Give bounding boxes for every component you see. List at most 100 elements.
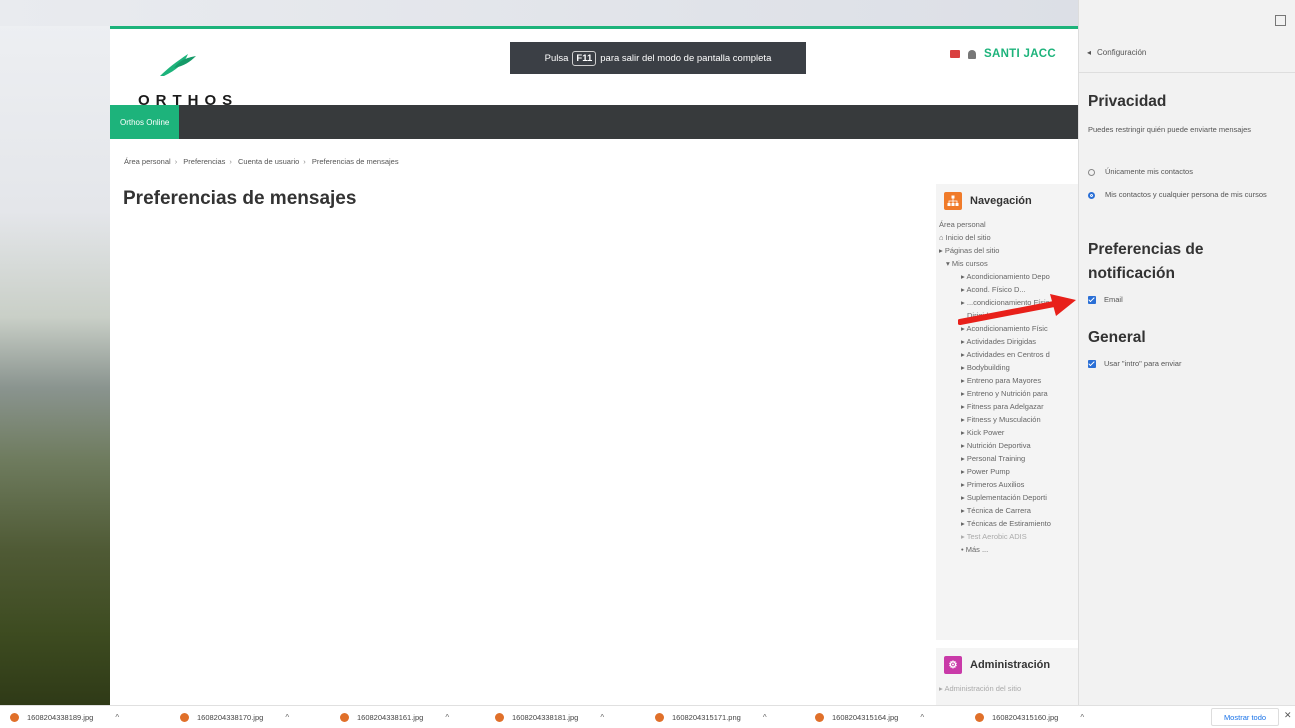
breadcrumb-item-current[interactable]: Preferencias de mensajes	[312, 157, 399, 166]
nav-tree-item[interactable]: ⌂ Inicio del sitio	[937, 231, 1078, 244]
nav-tree-item-label: Test Aerobic ADIS	[966, 532, 1027, 541]
radio-button-selected[interactable]	[1088, 191, 1095, 199]
breadcrumb: Área personal › Preferencias › Cuenta de u…	[124, 157, 399, 166]
nav-tree-item-label: Actividades en Centros d	[966, 350, 1050, 359]
chevron-up-icon[interactable]: ^	[763, 713, 767, 722]
radio-button-unselected[interactable]	[1088, 168, 1095, 176]
nav-tree-item[interactable]: ▸ Entreno y Nutrición para	[937, 387, 1078, 400]
file-image-icon	[10, 712, 19, 722]
file-image-icon	[975, 712, 984, 722]
nav-tree-item[interactable]: ▸ Acondicionamiento Depo	[937, 270, 1078, 283]
red-arrow-annotation-icon	[958, 294, 1076, 325]
nav-tree-item[interactable]: ▸ Primeros Auxilios	[937, 478, 1078, 491]
nav-tree-item-label: Nutrición Deportiva	[966, 441, 1031, 450]
nav-tree-item[interactable]: ▸ Técnica de Carrera	[937, 504, 1078, 517]
chevron-up-icon[interactable]: ^	[600, 713, 604, 722]
breadcrumb-item[interactable]: Cuenta de usuario	[238, 157, 299, 166]
notifications-bell-icon[interactable]	[968, 49, 976, 59]
chevron-up-icon[interactable]: ^	[920, 713, 924, 722]
nav-tree-item-label: Inicio del sitio	[945, 233, 991, 242]
download-item[interactable]: 1608204338181.jpg ^	[495, 710, 604, 724]
radio-contacts-and-courses[interactable]: Mis contactos y cualquier persona de mis…	[1088, 187, 1288, 202]
download-item[interactable]: 1608204315164.jpg ^	[815, 710, 924, 724]
nav-tree-item[interactable]: ▸ Kick Power	[937, 426, 1078, 439]
nav-tree-item-label: Entreno para Mayores	[966, 376, 1042, 385]
top-accent-line	[110, 26, 1078, 29]
breadcrumb-item[interactable]: Área personal	[124, 157, 171, 166]
download-filename: 1608204338189.jpg	[27, 712, 94, 722]
nav-tree-item[interactable]: ▾ Mis cursos	[937, 257, 1078, 270]
download-filename: 1608204315160.jpg	[992, 712, 1059, 722]
nav-tree-item-label: Personal Training	[966, 454, 1026, 463]
radio-only-contacts[interactable]: Únicamente mis contactos	[1088, 164, 1288, 179]
nav-tree-item[interactable]: • Más ...	[937, 543, 1078, 556]
drawer-close-icon[interactable]	[1275, 15, 1286, 26]
download-item[interactable]: 1608204338161.jpg ^	[340, 710, 449, 724]
privacy-heading: Privacidad	[1088, 93, 1167, 110]
email-checkbox[interactable]	[1088, 296, 1096, 305]
download-item[interactable]: 1608204315171.png ^	[655, 710, 767, 724]
page-title: Preferencias de mensajes	[123, 188, 357, 209]
main-navbar: Orthos Online	[110, 105, 1078, 139]
nav-tree-item[interactable]: ▸ Páginas del sitio	[937, 244, 1078, 257]
file-image-icon	[180, 712, 189, 722]
nav-tree-item[interactable]: ▸ Fitness para Adelgazar	[937, 400, 1078, 413]
nav-tree-item[interactable]: ▸ Técnicas de Estiramiento	[937, 517, 1078, 530]
navigation-block-title: Navegación	[970, 195, 1032, 207]
user-menu-area: SANTI JACC	[950, 48, 1056, 60]
nav-tree-item[interactable]: ▸ Nutrición Deportiva	[937, 439, 1078, 452]
nav-tree-item-label: Área personal	[939, 220, 986, 229]
chevron-up-icon[interactable]: ^	[115, 713, 119, 722]
download-item[interactable]: 1608204338189.jpg ^	[10, 710, 119, 724]
nav-tree-item[interactable]: ▸ Actividades Dirigidas	[937, 335, 1078, 348]
sitemap-icon	[944, 192, 962, 210]
enter-to-send-checkbox[interactable]	[1088, 360, 1096, 369]
messages-icon[interactable]	[950, 50, 960, 58]
nav-tree-item[interactable]: ▸ Actividades en Centros d	[937, 348, 1078, 361]
notification-preferences-heading: Preferencias de notificación	[1088, 241, 1204, 282]
drawer-back-label: Configuración	[1097, 48, 1147, 57]
download-filename: 1608204338181.jpg	[512, 712, 579, 722]
nav-tree-item[interactable]: ▸ Power Pump	[937, 465, 1078, 478]
toast-text-before: Pulsa	[544, 52, 569, 64]
chevron-up-icon[interactable]: ^	[285, 713, 289, 722]
user-name[interactable]: SANTI JACC	[984, 48, 1056, 60]
radio-label: Únicamente mis contactos	[1105, 167, 1193, 176]
nav-tree-item-label: Power Pump	[966, 467, 1010, 476]
nav-tree-item-label: Actividades Dirigidas	[966, 337, 1037, 346]
radio-label: Mis contactos y cualquier persona de mis…	[1105, 190, 1267, 199]
fullscreen-exit-toast: Pulsa F11 para salir del modo de pantall…	[510, 42, 806, 74]
download-filename: 1608204315171.png	[672, 712, 741, 722]
navigation-block-header: Navegación	[936, 184, 1078, 218]
cogs-icon: ⚙	[944, 656, 962, 674]
enter-to-send-checkbox-row[interactable]: Usar "intro" para enviar	[1088, 356, 1181, 371]
nav-tree-item[interactable]: Área personal	[937, 218, 1078, 231]
nav-tree-item-label: Más ...	[965, 545, 989, 554]
file-image-icon	[655, 712, 664, 722]
file-image-icon	[340, 712, 349, 722]
drawer-back-button[interactable]: ◂ Configuración	[1087, 48, 1146, 57]
download-filename: 1608204338161.jpg	[357, 712, 424, 722]
show-all-downloads-button[interactable]: Mostrar todo	[1211, 708, 1279, 726]
breadcrumb-item[interactable]: Preferencias	[183, 157, 225, 166]
email-checkbox-row[interactable]: Email	[1088, 292, 1123, 307]
nav-tree-item-label: Kick Power	[966, 428, 1005, 437]
nav-tree-item[interactable]: ▸ Entreno para Mayores	[937, 374, 1078, 387]
close-downloads-bar-icon[interactable]: ✕	[1284, 710, 1292, 721]
admin-tree-item[interactable]: ▸ Administración del sitio	[937, 682, 1078, 695]
drawer-divider	[1079, 72, 1295, 73]
navbar-tab-orthos-online[interactable]: Orthos Online	[110, 105, 180, 139]
nav-tree-item[interactable]: ▸ Fitness y Musculación	[937, 413, 1078, 426]
nav-tree-item[interactable]: ▸ Test Aerobic ADIS	[937, 530, 1078, 543]
administration-block: ⚙ Administración ▸ Administración del si…	[936, 648, 1078, 705]
nav-tree-item[interactable]: ▸ Bodybuilding	[937, 361, 1078, 374]
navigation-tree: Área personal ⌂ Inicio del sitio ▸ Páginas…	[936, 218, 1078, 556]
download-item[interactable]: 1608204315160.jpg ^	[975, 710, 1084, 724]
nav-tree-item[interactable]: ▸ Suplementación Deporti	[937, 491, 1078, 504]
nav-tree-item[interactable]: ▸ Personal Training	[937, 452, 1078, 465]
orthos-logo[interactable]: ORTHOS	[130, 48, 250, 109]
chevron-up-icon[interactable]: ^	[445, 713, 449, 722]
download-item[interactable]: 1608204338170.jpg ^	[180, 710, 289, 724]
chevron-up-icon[interactable]: ^	[1080, 713, 1084, 722]
toast-text-after: para salir del modo de pantalla completa	[600, 52, 772, 64]
